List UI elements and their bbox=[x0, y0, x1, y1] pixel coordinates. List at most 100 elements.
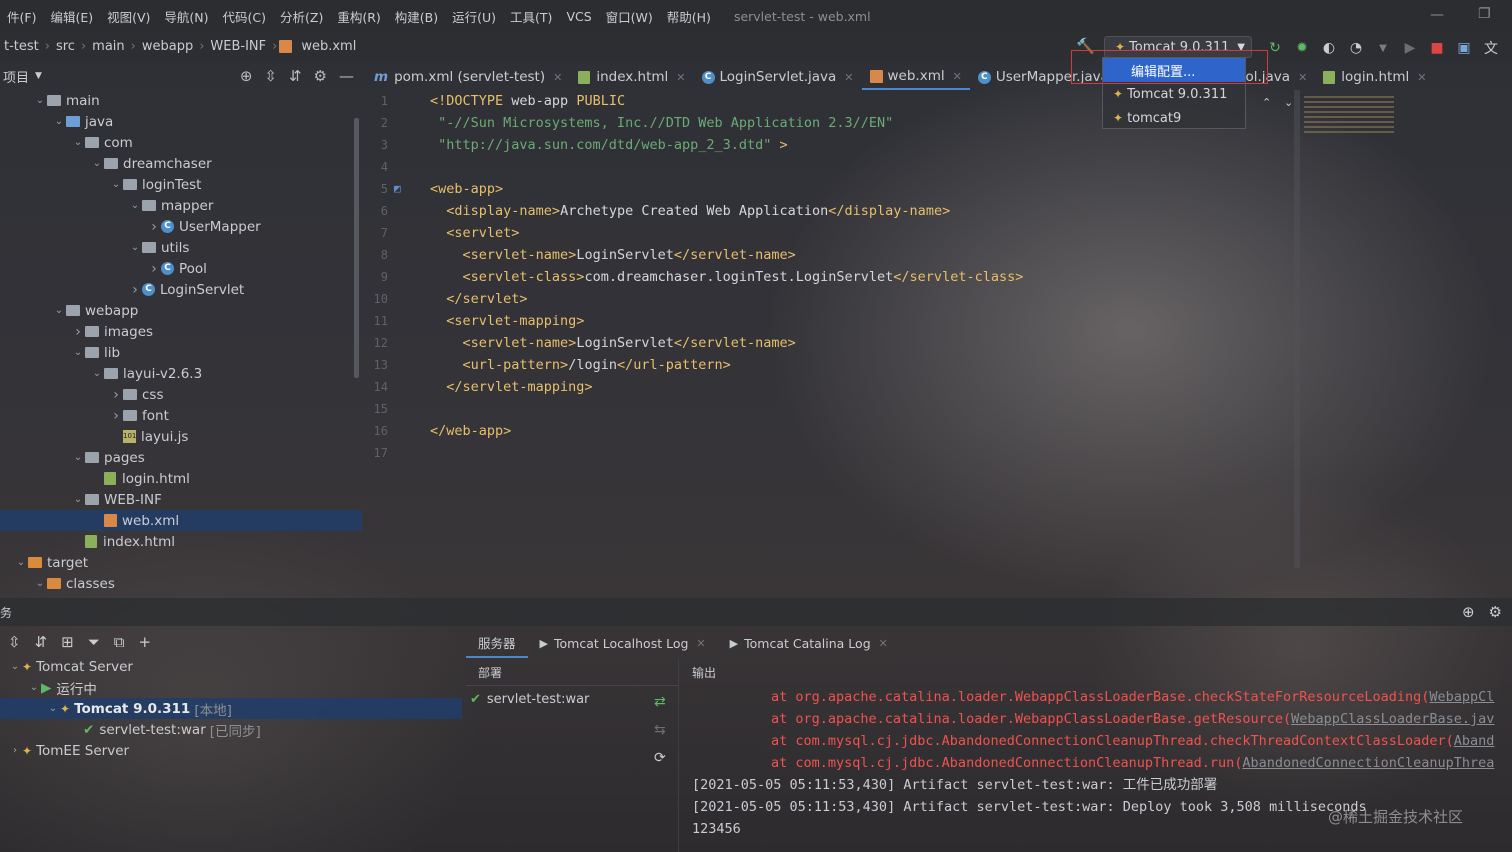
service-tree-item[interactable]: ✔ servlet-test:war [已同步] bbox=[0, 719, 462, 740]
chevron-down-icon[interactable]: ⌄ bbox=[52, 116, 66, 127]
project-structure-icon[interactable]: ▣ bbox=[1455, 40, 1473, 56]
tree-item[interactable]: 101 layui.js bbox=[0, 426, 362, 447]
deploy-item[interactable]: ✔ servlet-test:war bbox=[466, 686, 678, 712]
tree-item[interactable]: ⌄ com bbox=[0, 132, 362, 153]
chevron-right-icon[interactable]: › bbox=[109, 387, 123, 403]
chevron-down-icon[interactable]: ⌄ bbox=[14, 557, 28, 568]
deploy-icon[interactable]: ⇄ bbox=[654, 694, 666, 710]
collapse-all-icon[interactable]: ⇵ bbox=[35, 633, 48, 651]
service-tree-item[interactable]: ⌄ ▶ 运行中 bbox=[0, 677, 462, 698]
chevron-right-icon[interactable]: › bbox=[71, 324, 85, 340]
menu-item[interactable]: 重构(R) bbox=[330, 7, 387, 26]
source-link[interactable]: WebappClassLoaderBase.jav bbox=[1291, 711, 1494, 727]
chevron-down-icon[interactable]: ⌄ bbox=[71, 494, 85, 505]
project-scrollbar[interactable] bbox=[354, 118, 359, 378]
menu-item[interactable]: 件(F) bbox=[0, 7, 43, 26]
services-tab[interactable]: ▶ Tomcat Catalina Log ✕ bbox=[718, 628, 900, 658]
tree-item[interactable]: ⌄ lib bbox=[0, 342, 362, 363]
tree-item[interactable]: ⌄ java bbox=[0, 111, 362, 132]
stop-icon[interactable]: ■ bbox=[1428, 40, 1446, 56]
translate-icon[interactable]: 文 bbox=[1482, 38, 1500, 58]
tree-item[interactable]: ⌄ dreamchaser bbox=[0, 153, 362, 174]
project-panel-title[interactable]: 项目 bbox=[3, 67, 29, 86]
undeploy-icon[interactable]: ⇆ bbox=[654, 722, 666, 738]
filter-icon[interactable]: ⏷ bbox=[88, 633, 100, 651]
close-icon[interactable]: ✕ bbox=[879, 637, 888, 650]
collapse-all-icon[interactable]: ⇵ bbox=[289, 67, 302, 85]
refresh-icon[interactable]: ⟳ bbox=[654, 750, 666, 766]
breadcrumb-item[interactable]: main bbox=[88, 39, 128, 54]
tree-item[interactable]: ⌄ target bbox=[0, 552, 362, 573]
more-run-chevron-icon[interactable]: ▼ bbox=[1374, 43, 1392, 54]
tree-item[interactable]: ⌄ classes bbox=[0, 573, 362, 594]
close-icon[interactable]: ✕ bbox=[1298, 71, 1307, 84]
chevron-down-icon[interactable]: ⌄ bbox=[71, 347, 85, 358]
run-config-option[interactable]: ✦ tomcat9 bbox=[1103, 106, 1245, 130]
hide-icon[interactable]: — bbox=[339, 67, 354, 85]
source-link[interactable]: WebappCl bbox=[1429, 689, 1494, 705]
tree-item[interactable]: ⌄ loginTest bbox=[0, 174, 362, 195]
add-icon[interactable]: + bbox=[138, 633, 151, 651]
tree-item[interactable]: › css bbox=[0, 384, 362, 405]
tree-item[interactable]: › C UserMapper bbox=[0, 216, 362, 237]
chevron-down-icon[interactable]: ⌄ bbox=[71, 137, 85, 148]
menu-item[interactable]: 构建(B) bbox=[388, 7, 445, 26]
gear-icon[interactable]: ⚙ bbox=[314, 67, 327, 85]
chevron-down-icon[interactable]: ⌄ bbox=[90, 368, 104, 379]
close-icon[interactable]: ✕ bbox=[953, 70, 962, 83]
source-link[interactable]: Aband bbox=[1454, 733, 1495, 749]
chevron-right-icon[interactable]: › bbox=[147, 261, 161, 277]
close-icon[interactable]: ✕ bbox=[696, 637, 705, 650]
menu-item[interactable]: 编辑(E) bbox=[43, 7, 100, 26]
breadcrumb-item[interactable]: src bbox=[52, 39, 79, 54]
tree-item[interactable]: ⌄ WEB-INF bbox=[0, 489, 362, 510]
chevron-down-icon[interactable]: ⌄ bbox=[128, 200, 142, 211]
chevron-down-icon[interactable]: ▼ bbox=[35, 71, 42, 81]
chevron-down-icon[interactable]: ⌄ bbox=[27, 682, 41, 693]
next-highlight-icon[interactable]: ⌄ bbox=[1284, 96, 1293, 109]
editor-tab[interactable]: C LoginServlet.java ✕ bbox=[694, 64, 862, 90]
restore-icon[interactable]: ❐ bbox=[1478, 6, 1491, 22]
close-icon[interactable]: ✕ bbox=[1417, 71, 1426, 84]
editor-scrollbar[interactable] bbox=[1294, 90, 1300, 568]
profile-icon[interactable]: ◔ bbox=[1347, 40, 1365, 56]
chevron-right-icon[interactable]: › bbox=[128, 282, 142, 298]
expand-all-icon[interactable]: ⇳ bbox=[8, 633, 21, 651]
chevron-down-icon[interactable]: ⌄ bbox=[128, 242, 142, 253]
tree-item[interactable]: ⌄ layui-v2.6.3 bbox=[0, 363, 362, 384]
chevron-down-icon[interactable]: ⌄ bbox=[52, 305, 66, 316]
menu-item[interactable]: 窗口(W) bbox=[599, 7, 660, 26]
prev-highlight-icon[interactable]: ⌃ bbox=[1262, 96, 1271, 109]
breadcrumb-item[interactable]: web.xml bbox=[297, 39, 360, 54]
tree-item[interactable]: ⌄ pages bbox=[0, 447, 362, 468]
source-link[interactable]: AbandonedConnectionCleanupThrea bbox=[1242, 755, 1494, 771]
chevron-down-icon[interactable]: ⌄ bbox=[109, 179, 123, 190]
tree-item[interactable]: › images bbox=[0, 321, 362, 342]
run-config-option[interactable]: ✦ Tomcat 9.0.311 bbox=[1103, 82, 1245, 106]
chevron-right-icon[interactable]: › bbox=[147, 219, 161, 235]
service-tree-item[interactable]: ⌄ ✦ Tomcat Server bbox=[0, 656, 462, 677]
chevron-down-icon[interactable]: ⌄ bbox=[33, 95, 47, 106]
menu-item[interactable]: 工具(T) bbox=[503, 7, 559, 26]
rerun-icon[interactable]: ↻ bbox=[1266, 40, 1284, 56]
breadcrumb-item[interactable]: t-test bbox=[0, 39, 43, 54]
chevron-down-icon[interactable]: ⌄ bbox=[8, 661, 22, 672]
code-editor[interactable]: 1 2 3 4 5 6 7 8 9 10 11 12 13 14 15 16 17 <!DOCTYPE web-… bbox=[364, 90, 1294, 570]
run-icon[interactable]: ▶ bbox=[1401, 40, 1419, 56]
gear-icon[interactable]: ⚙ bbox=[1489, 603, 1502, 621]
tree-item[interactable]: › C Pool bbox=[0, 258, 362, 279]
expand-all-icon[interactable]: ⇳ bbox=[264, 67, 277, 85]
menu-item[interactable]: 视图(V) bbox=[100, 7, 157, 26]
code-content[interactable]: <!DOCTYPE web-app PUBLIC "-//Sun Microsy… bbox=[430, 90, 1023, 464]
editor-tab[interactable]: login.html ✕ bbox=[1315, 64, 1434, 90]
tree-item[interactable]: index.html bbox=[0, 531, 362, 552]
minimize-icon[interactable]: — bbox=[1430, 7, 1444, 23]
services-tab[interactable]: ▶ Tomcat Localhost Log ✕ bbox=[528, 628, 718, 658]
close-icon[interactable]: ✕ bbox=[676, 71, 685, 84]
breadcrumb-item[interactable]: WEB-INF bbox=[206, 39, 270, 54]
chevron-down-icon[interactable]: ⌄ bbox=[33, 578, 47, 589]
close-icon[interactable]: ✕ bbox=[844, 71, 853, 84]
editor-tab[interactable]: index.html ✕ bbox=[570, 64, 693, 90]
menu-item[interactable]: 分析(Z) bbox=[273, 7, 330, 26]
group-icon[interactable]: ⊞ bbox=[61, 633, 74, 651]
